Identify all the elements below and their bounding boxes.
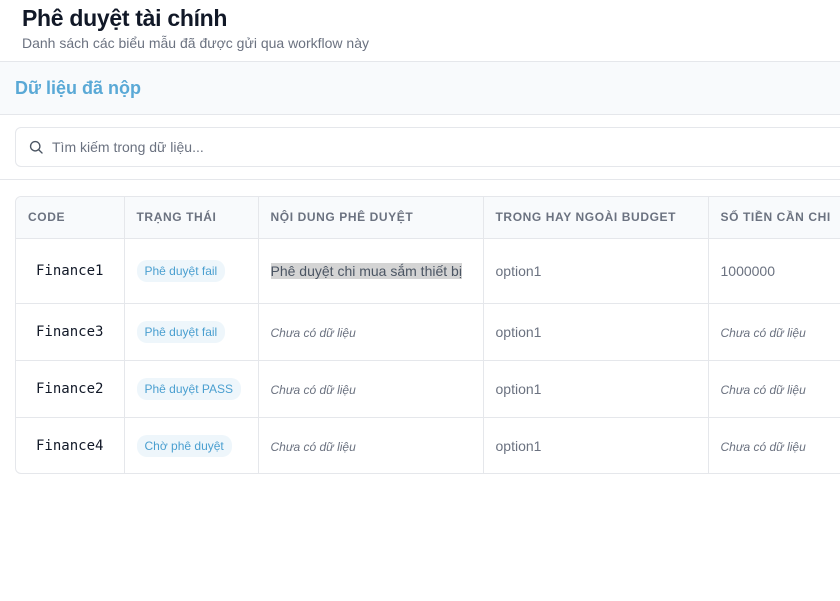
cell-budget: option1 bbox=[483, 238, 709, 304]
cell-content: Chưa có dữ liệu bbox=[258, 360, 484, 418]
cell-code: Finance3 bbox=[16, 303, 125, 361]
status-badge: Phê duyệt PASS bbox=[136, 377, 241, 400]
column-header-amount[interactable]: SỐ TIỀN CẦN CHI bbox=[708, 197, 840, 239]
cell-code: Finance1 bbox=[16, 238, 125, 304]
cell-code: Finance2 bbox=[16, 360, 125, 418]
column-header-status[interactable]: TRẠNG THÁI bbox=[124, 197, 259, 239]
search-icon bbox=[29, 140, 43, 154]
cell-status: Phê duyệt fail bbox=[124, 238, 259, 304]
empty-value: Chưa có dữ liệu bbox=[720, 382, 806, 397]
column-header-code[interactable]: CODE bbox=[16, 197, 125, 239]
table-row[interactable]: Finance3 Phê duyệt fail Chưa có dữ liệu … bbox=[16, 303, 840, 361]
cell-amount: Chưa có dữ liệu bbox=[708, 417, 840, 473]
empty-value: Chưa có dữ liệu bbox=[720, 325, 806, 340]
cell-status: Chờ phê duyệt bbox=[124, 417, 259, 473]
search-box[interactable] bbox=[15, 127, 840, 167]
column-header-content[interactable]: NỘI DUNG PHÊ DUYỆT bbox=[258, 197, 484, 239]
cell-amount: Chưa có dữ liệu bbox=[708, 360, 840, 418]
submissions-table: CODE TRẠNG THÁI NỘI DUNG PHÊ DUYỆT TRONG… bbox=[15, 196, 840, 474]
search-bar bbox=[0, 115, 840, 180]
cell-amount: Chưa có dữ liệu bbox=[708, 303, 840, 361]
cell-budget: option1 bbox=[483, 360, 709, 418]
page-header: Phê duyệt tài chính Danh sách các biểu m… bbox=[0, 0, 840, 62]
section-header: Dữ liệu đã nộp bbox=[0, 62, 840, 115]
page-subtitle: Danh sách các biểu mẫu đã được gửi qua w… bbox=[22, 35, 369, 51]
empty-value: Chưa có dữ liệu bbox=[720, 439, 806, 454]
cell-content: Phê duyệt chi mua sắm thiết bị bbox=[258, 238, 484, 304]
cell-budget: option1 bbox=[483, 303, 709, 361]
empty-value: Chưa có dữ liệu bbox=[270, 325, 356, 340]
empty-value: Chưa có dữ liệu bbox=[270, 382, 356, 397]
status-badge: Phê duyệt fail bbox=[136, 320, 226, 343]
page-title: Phê duyệt tài chính bbox=[22, 5, 228, 31]
search-input[interactable] bbox=[52, 128, 832, 166]
cell-amount: 1000000 bbox=[708, 238, 840, 304]
cell-content: Chưa có dữ liệu bbox=[258, 303, 484, 361]
empty-value: Chưa có dữ liệu bbox=[270, 439, 356, 454]
status-badge: Chờ phê duyệt bbox=[136, 434, 232, 457]
table-row[interactable]: Finance4 Chờ phê duyệt Chưa có dữ liệu o… bbox=[16, 417, 840, 473]
status-badge: Phê duyệt fail bbox=[136, 259, 226, 282]
section-title: Dữ liệu đã nộp bbox=[15, 78, 142, 98]
cell-code: Finance4 bbox=[16, 417, 125, 473]
column-header-budget[interactable]: TRONG HAY NGOÀI BUDGET bbox=[483, 197, 709, 239]
cell-content: Chưa có dữ liệu bbox=[258, 417, 484, 473]
selected-text[interactable]: Phê duyệt chi mua sắm thiết bị bbox=[270, 262, 462, 279]
table-header-row: CODE TRẠNG THÁI NỘI DUNG PHÊ DUYỆT TRONG… bbox=[16, 197, 840, 239]
cell-budget: option1 bbox=[483, 417, 709, 473]
table-row[interactable]: Finance1 Phê duyệt fail Phê duyệt chi mu… bbox=[16, 238, 840, 304]
cell-status: Phê duyệt PASS bbox=[124, 360, 259, 418]
cell-status: Phê duyệt fail bbox=[124, 303, 259, 361]
table-row[interactable]: Finance2 Phê duyệt PASS Chưa có dữ liệu … bbox=[16, 360, 840, 418]
